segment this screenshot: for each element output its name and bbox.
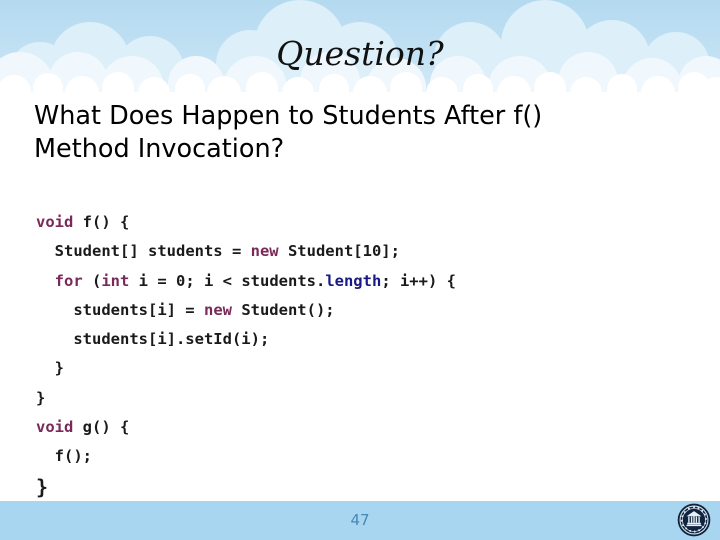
code-keyword: int [101,271,130,290]
page-title: Question? [276,34,444,73]
code-text: i = 0; i < students. [129,271,326,290]
code-keyword: void [36,213,74,231]
slide: Question? What Does Happen to Students A… [0,0,720,540]
code-keyword: new [250,242,279,261]
code-text: } [36,474,49,499]
code-text: Student(); [231,300,335,319]
code-text: Student[10]; [278,242,400,261]
code-keyword: void [36,418,74,437]
code-line: void g() { [36,413,686,442]
code-line: void f() { [36,208,686,237]
bullet-text: What Does Happen to Students After f() M… [34,100,654,166]
code-keyword: for [54,271,83,290]
code-line: students[i] = new Student(); [36,296,686,325]
code-field: length [325,271,382,290]
code-block: void f() { Student[] students = new Stud… [36,208,686,502]
code-text: f() { [73,213,130,231]
university-seal-logo-icon [677,503,711,537]
bullet-line-1: What Does Happen to Students After f() [34,101,543,131]
code-text: } [54,359,65,378]
code-text: ( [82,271,102,290]
code-line: Student[] students = new Student[10]; [36,237,686,266]
code-text: g() { [73,418,130,437]
code-line: for (int i = 0; i < students.length; i++… [36,267,686,296]
code-line: } [36,354,686,383]
bullet-line-2: Method Invocation? [34,134,285,164]
code-text: students[i].setId(i); [73,330,270,349]
code-text: students[i] = [73,300,204,319]
code-text: Student[] students = [54,242,251,261]
code-text: } [36,388,46,407]
code-text: ; i++) { [381,271,456,290]
page-number: 47 [350,511,370,529]
code-line: } [36,384,686,413]
code-keyword: new [203,300,232,319]
code-line: f(); [36,442,686,471]
code-text: f(); [54,447,92,466]
code-line: } [36,472,686,502]
code-line: students[i].setId(i); [36,325,686,354]
